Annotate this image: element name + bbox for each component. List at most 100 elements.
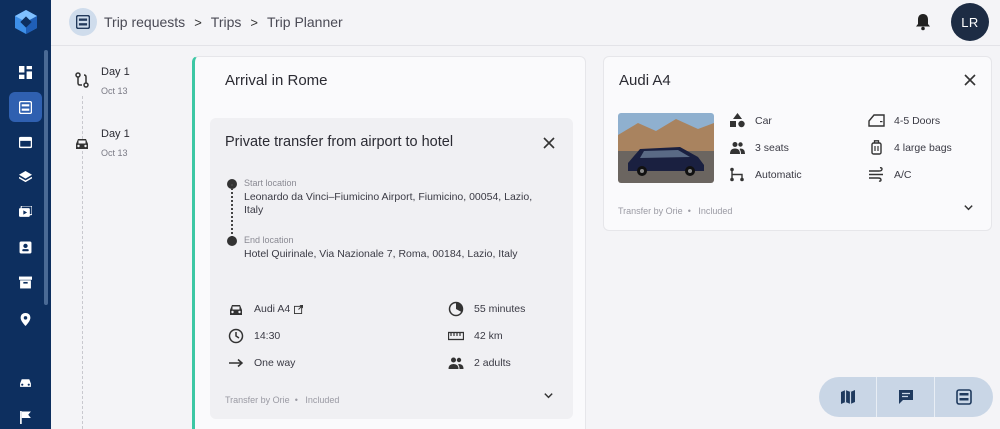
ruler-icon (448, 331, 464, 341)
chat-button[interactable] (877, 377, 935, 417)
provider-text: Transfer by Orie (618, 206, 683, 216)
vehicle-card: Audi A4 Car 3 seats Automatic 4-5 Doors … (603, 56, 992, 231)
shapes-icon (730, 113, 745, 128)
start-location-label: Start location (244, 178, 297, 188)
vehicle-provider: Transfer by Orie • Included (618, 206, 732, 216)
breadcrumb: Trip requests > Trips > Trip Planner (104, 14, 343, 30)
archive-icon[interactable] (9, 267, 42, 297)
media-icon[interactable] (9, 197, 42, 227)
gearshift-icon (730, 167, 744, 182)
vehicle-ac: A/C (868, 167, 912, 182)
vehicle-type: Car (729, 113, 772, 128)
arrival-title: Arrival in Rome (225, 72, 328, 89)
side-navigation (0, 0, 51, 429)
route-line (231, 184, 233, 242)
end-location-value: Hotel Quirinale, Via Nazionale 7, Roma, … (244, 248, 518, 260)
chevron-down-icon[interactable] (543, 390, 554, 401)
vehicle-transmission: Automatic (729, 167, 802, 182)
timeline-day-label: Day 1 (101, 66, 130, 78)
layers-icon[interactable] (9, 162, 42, 192)
chat-icon (898, 390, 913, 404)
vehicle-doors: 4-5 Doors (868, 113, 940, 128)
close-icon[interactable] (543, 137, 555, 149)
direction-info: One way (228, 355, 295, 371)
vehicle-seats-text: 3 seats (755, 141, 789, 154)
breadcrumb-trips[interactable]: Trips (211, 14, 242, 30)
bullet-separator: • (292, 395, 303, 405)
included-status: Included (305, 395, 340, 405)
timeline-date: Oct 13 (101, 148, 128, 158)
dashboard-icon[interactable] (9, 57, 42, 87)
transfer-provider: Transfer by Orie • Included (225, 395, 339, 405)
distance-info: 42 km (448, 328, 503, 344)
car-icon (76, 139, 88, 149)
route-icon (75, 72, 89, 88)
calendar-icon[interactable] (9, 127, 42, 157)
location-pin-icon[interactable] (9, 304, 42, 334)
vehicle-ac-text: A/C (894, 168, 912, 181)
logo-icon[interactable] (12, 8, 40, 36)
breadcrumb-trip-planner: Trip Planner (266, 14, 343, 30)
chevron-down-icon[interactable] (963, 202, 974, 213)
arrow-right-icon (229, 358, 244, 368)
door-icon (868, 114, 885, 127)
bell-icon[interactable] (915, 13, 931, 31)
avatar[interactable]: LR (951, 3, 989, 41)
clock-icon (228, 328, 244, 344)
vehicle-info[interactable]: Audi A4 (228, 301, 304, 317)
planner-icon[interactable] (69, 8, 97, 36)
car-icon[interactable] (9, 367, 42, 397)
vehicle-title: Audi A4 (619, 72, 671, 89)
vehicle-photo (618, 113, 714, 183)
breadcrumb-separator: > (194, 14, 202, 30)
contacts-icon[interactable] (9, 232, 42, 262)
car-icon (230, 305, 242, 315)
vehicle-doors-text: 4-5 Doors (894, 114, 941, 127)
trip-direction: One way (254, 357, 296, 369)
breadcrumb-separator: > (250, 14, 258, 30)
planner-icon[interactable] (9, 92, 42, 122)
planner-button[interactable] (935, 377, 993, 417)
passengers-info: 2 adults (448, 355, 511, 371)
timeline-date: Oct 13 (101, 86, 128, 96)
vehicle-bags: 4 large bags (868, 140, 952, 155)
passenger-count: 2 adults (474, 357, 511, 369)
pickup-time: 14:30 (254, 330, 281, 342)
timeline-day-label: Day 1 (101, 128, 130, 140)
trip-distance: 42 km (474, 330, 503, 342)
map-icon (840, 390, 855, 404)
vehicle-transmission-text: Automatic (755, 168, 802, 181)
included-status: Included (698, 206, 733, 216)
people-icon (448, 357, 464, 369)
vehicle-type-text: Car (755, 114, 772, 127)
timeline-day[interactable]: Day 1 Oct 13 (101, 128, 130, 158)
vehicle-name: Audi A4 (254, 303, 291, 315)
transfer-card[interactable]: Private transfer from airport to hotel S… (210, 118, 573, 419)
vehicle-bags-text: 4 large bags (894, 141, 952, 154)
breadcrumb-trip-requests[interactable]: Trip requests (104, 14, 185, 30)
timeline-day[interactable]: Day 1 Oct 13 (101, 66, 130, 96)
air-conditioning-icon (869, 167, 883, 182)
arrival-card: Arrival in Rome Private transfer from ai… (192, 56, 586, 429)
end-location-label: End location (244, 235, 294, 245)
trip-duration: 55 minutes (474, 303, 526, 315)
vehicle-seats: 3 seats (729, 140, 789, 155)
duration-info: 55 minutes (448, 301, 525, 317)
provider-text: Transfer by Orie (225, 395, 290, 405)
luggage-icon (871, 140, 882, 155)
map-button[interactable] (819, 377, 877, 417)
flag-icon[interactable] (9, 402, 42, 429)
end-dot (227, 236, 237, 246)
rail-scrollbar[interactable] (44, 50, 48, 305)
top-bar: Trip requests > Trips > Trip Planner LR (51, 0, 1000, 46)
transfer-title: Private transfer from airport to hotel (225, 134, 454, 150)
bullet-separator: • (685, 206, 696, 216)
start-location-value: Leonardo da Vinci–Fiumicino Airport, Fiu… (244, 191, 533, 216)
close-icon[interactable] (964, 74, 976, 86)
people-icon (730, 142, 745, 154)
timer-icon (448, 301, 464, 317)
planner-icon (956, 389, 972, 405)
floating-action-bar (819, 377, 993, 417)
time-info: 14:30 (228, 328, 280, 344)
external-link-icon[interactable] (294, 304, 304, 314)
